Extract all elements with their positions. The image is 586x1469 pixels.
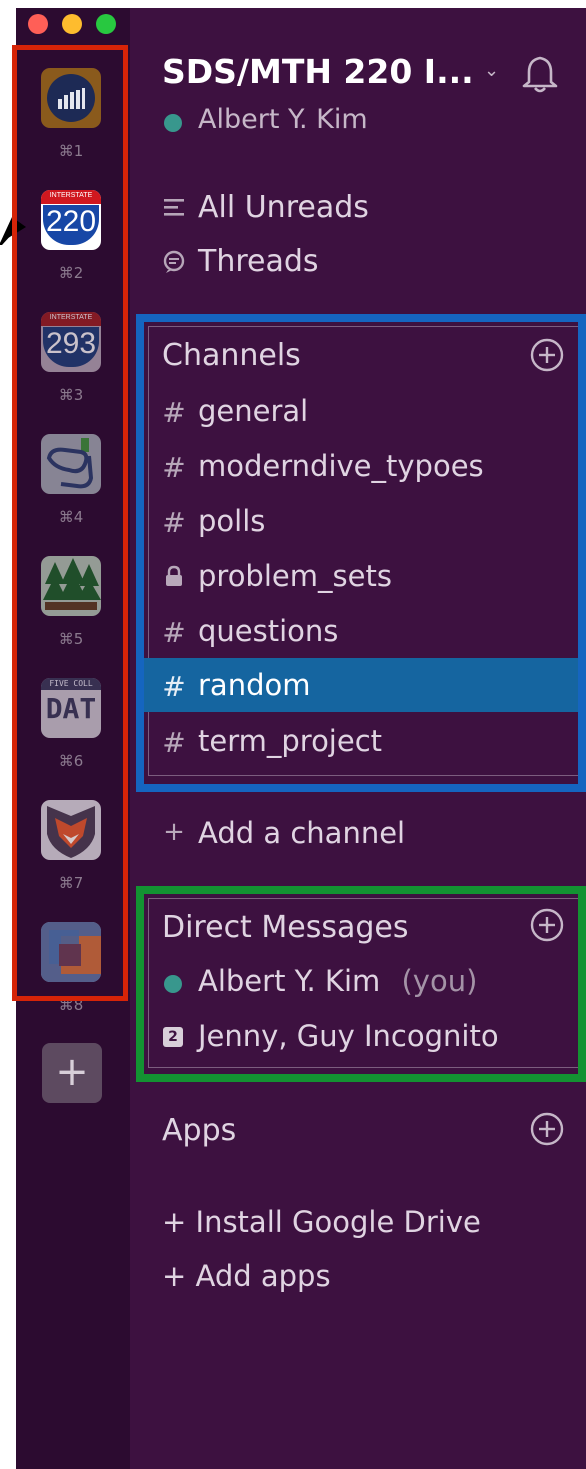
bell-icon[interactable]	[520, 54, 560, 94]
dm-annotation-box	[136, 886, 586, 1082]
add-apps-link[interactable]: + Add apps	[162, 1259, 331, 1293]
add-app-plus-icon[interactable]	[530, 1112, 564, 1146]
threads-link[interactable]: Threads	[198, 244, 319, 279]
team-name[interactable]: SDS/MTH 220 I...	[162, 52, 474, 91]
all-unreads-icon	[164, 199, 184, 216]
all-unreads-link[interactable]: All Unreads	[198, 190, 369, 225]
add-workspace-button[interactable]: +	[42, 1043, 102, 1103]
presence-dot-icon	[164, 114, 182, 132]
chevron-down-icon[interactable]: ⌄	[484, 60, 499, 81]
window-minimize-button[interactable]	[62, 14, 82, 34]
current-user-name: Albert Y. Kim	[198, 104, 368, 135]
threads-icon	[163, 250, 185, 273]
plus-icon: +	[163, 817, 185, 847]
apps-header[interactable]: Apps	[162, 1113, 236, 1148]
workspace-annotation-box	[12, 45, 128, 1001]
add-channel-link[interactable]: Add a channel	[198, 816, 405, 850]
window-zoom-button[interactable]	[96, 14, 116, 34]
install-google-drive-link[interactable]: + Install Google Drive	[162, 1205, 481, 1239]
channels-annotation-box	[136, 314, 586, 792]
window-close-button[interactable]	[28, 14, 48, 34]
